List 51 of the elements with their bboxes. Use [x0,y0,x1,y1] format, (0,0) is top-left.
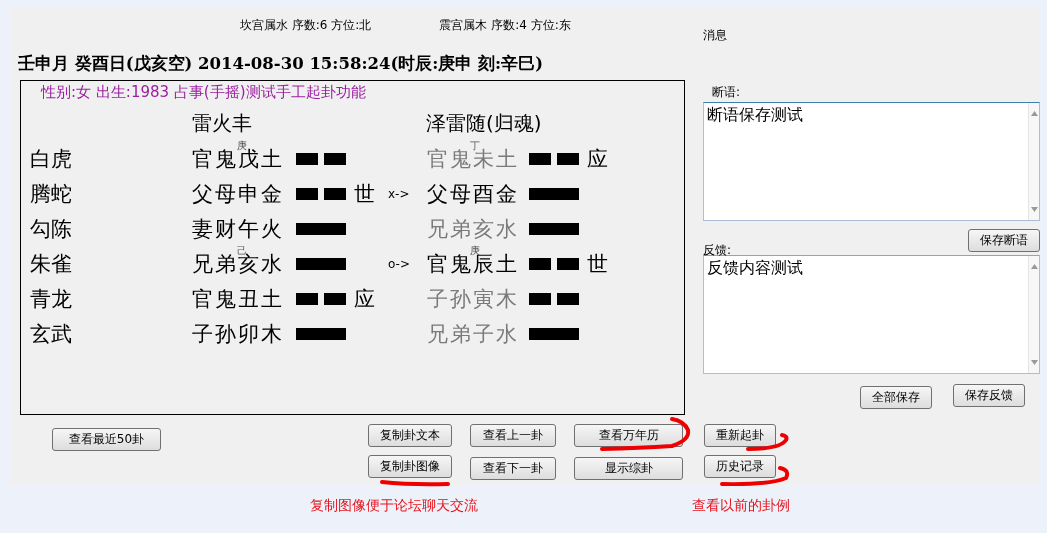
position-mark: 应 [354,286,375,311]
spirit-label: 玄武 [30,320,73,348]
line-text: 父母申金 [192,181,284,206]
restart-button[interactable]: 重新起卦 [704,424,776,447]
palace-info: 震宫属木 序数:4 方位:东 [439,17,571,34]
spirit-label: 青龙 [30,285,73,313]
scrollbar[interactable] [1028,256,1039,373]
line-text: 官鬼丑土 [192,286,284,311]
save-all-button[interactable]: 全部保存 [860,386,932,409]
scrollbar[interactable] [1028,103,1039,220]
recent-button[interactable]: 查看最近50卦 [52,428,161,451]
calendar-button[interactable]: 查看万年历 [574,424,683,447]
field-label: 反馈: [703,243,732,257]
spirit-label: 勾陈 [30,215,73,243]
scroll-up-icon [1030,264,1038,269]
hexagram-name: 泽雷随(归魂) [426,111,542,135]
change-arrow: o-> [388,256,410,271]
hexagram-name: 雷火丰 [192,110,253,137]
save-feedback-button[interactable]: 保存反馈 [953,384,1025,407]
position-mark: 世 [587,251,608,276]
message-label: 消息 [703,28,728,42]
palace-info: 坎宫属水 序数:6 方位:北 [240,17,372,34]
show-zong-button[interactable]: 显示综卦 [574,457,683,480]
copy-image-button[interactable]: 复制卦图像 [368,455,452,478]
line-text: 父母酉金 [427,181,519,206]
change-arrow: x-> [388,186,410,201]
spirit-label: 腾蛇 [30,180,73,208]
scroll-down-icon [1030,360,1038,365]
spirit-label: 白虎 [30,145,73,173]
line-text: 兄弟子水 [427,321,519,346]
scroll-down-icon [1030,207,1038,212]
field-label: 断语: [712,84,742,100]
spirit-label: 朱雀 [30,250,73,278]
line-text: 子孙卯木 [192,321,284,346]
date-time-heading: 壬申月 癸酉日(戊亥空) 2014-08-30 15:58:24(时辰:庚申 刻:辛巳) [18,53,544,75]
scroll-up-icon [1030,111,1038,116]
annotation: 复制图像便于论坛聊天交流 [310,496,478,515]
copy-text-button[interactable]: 复制卦文本 [368,424,452,447]
position-mark: 应 [587,146,608,171]
hidden-stem: 己 [237,243,247,256]
line-text: 子孙寅木 [427,286,519,311]
annotation: 查看以前的卦例 [692,496,790,515]
line-text: 兄弟亥水 [427,216,519,241]
line-text: 妻财午火 [192,216,284,241]
previous-button[interactable]: 查看上一卦 [470,424,556,447]
history-button[interactable]: 历史记录 [704,455,776,478]
next-button[interactable]: 查看下一卦 [470,457,556,480]
position-mark: 世 [354,181,375,206]
save-judgement-button[interactable]: 保存断语 [968,229,1040,252]
divination-info: 性别:女 出生:1983 占事(手摇)测试手工起卦功能 [41,82,367,102]
scribble-mark [380,480,450,487]
